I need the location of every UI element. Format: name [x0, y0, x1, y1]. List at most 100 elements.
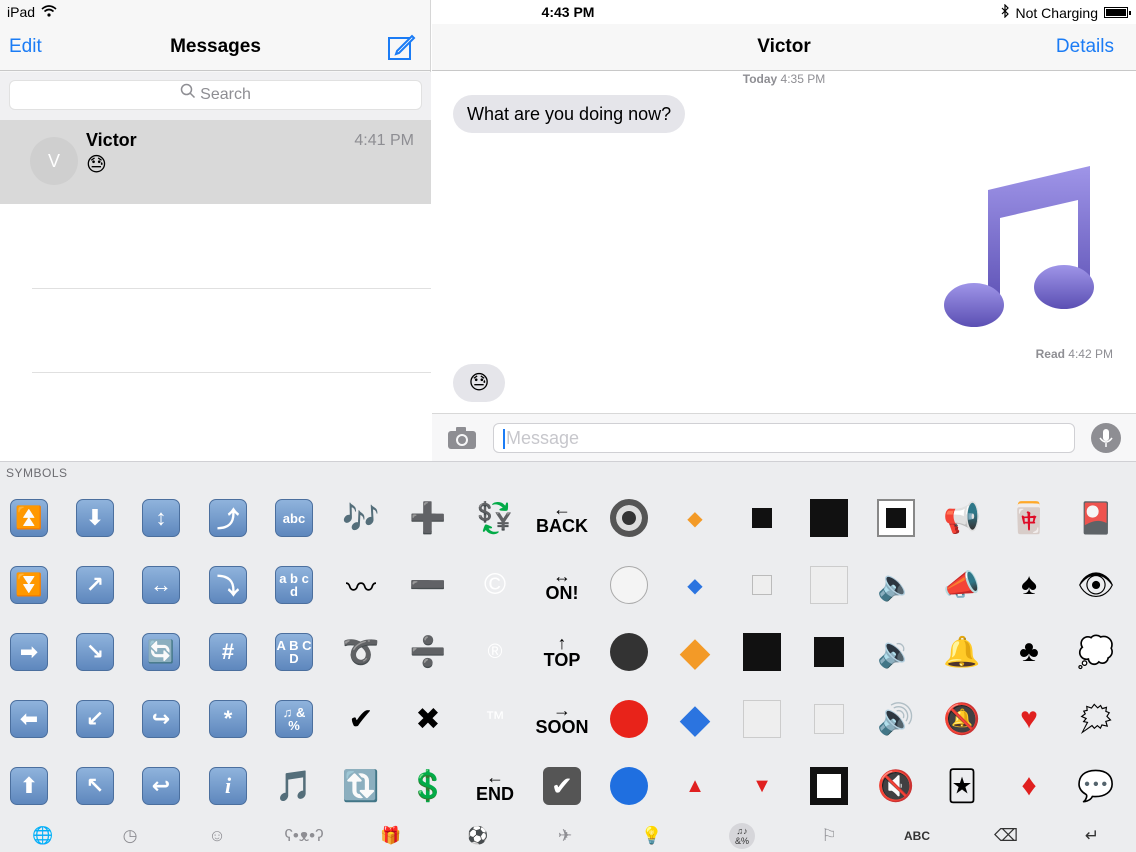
thought-balloon-icon[interactable]: 💭	[1064, 622, 1128, 682]
backspace-icon[interactable]: ⌫	[974, 819, 1038, 852]
eye-speech-bubble-icon[interactable]: 👁	[1064, 555, 1128, 615]
symbols-key[interactable]: ♫ & %	[262, 689, 326, 749]
wavy-dash-icon[interactable]: 〰	[329, 555, 393, 615]
down-left-arrow-key[interactable]: ↙	[63, 689, 127, 749]
abc-key[interactable]: abc	[262, 488, 326, 548]
camera-icon[interactable]	[447, 426, 477, 455]
message-field[interactable]: Message	[493, 423, 1075, 453]
recent-clock-icon[interactable]: ◷	[98, 819, 162, 852]
soccer-ball-icon[interactable]: ⚽	[446, 819, 510, 852]
music-note-icon[interactable]: 🎵	[262, 756, 326, 816]
flag-icon[interactable]: ⚐	[797, 819, 861, 852]
back-arrow-icon[interactable]: ← BACK	[530, 488, 594, 548]
speaker-icon[interactable]: 🔈	[864, 555, 928, 615]
diamond-suit-icon[interactable]: ♦	[997, 756, 1061, 816]
airplane-icon[interactable]: ✈	[533, 819, 597, 852]
white-square-button-icon[interactable]	[797, 756, 861, 816]
repeat-arrows-key[interactable]: 🔄	[129, 622, 193, 682]
small-blue-diamond-icon[interactable]: ◆	[663, 555, 727, 615]
speaker-muted-icon[interactable]: 🔇	[864, 756, 928, 816]
white-medium-square-icon[interactable]	[797, 555, 861, 615]
black-square-button-icon[interactable]	[864, 488, 928, 548]
white-medium-small-square-icon[interactable]	[797, 689, 861, 749]
abc-switch-button[interactable]: ABC	[885, 819, 949, 852]
ballot-box-check-icon[interactable]: ✔	[530, 756, 594, 816]
minus-sign-icon[interactable]: ➖	[396, 555, 460, 615]
mahjong-tile-icon[interactable]: 🀄	[997, 488, 1061, 548]
red-circle-icon[interactable]	[597, 689, 661, 749]
flower-playing-cards-icon[interactable]: 🎴	[1064, 488, 1128, 548]
arrow-curving-up-key[interactable]: ⤴	[196, 488, 260, 548]
left-hook-arrow-key[interactable]: ↩	[129, 756, 193, 816]
gift-icon[interactable]: 🎁	[359, 819, 423, 852]
plus-sign-icon[interactable]: ➕	[396, 488, 460, 548]
incoming-emoji-bubble[interactable]: 😓	[453, 364, 505, 402]
check-mark-icon[interactable]: ✔	[329, 689, 393, 749]
large-blue-diamond-icon[interactable]: ◆	[663, 689, 727, 749]
globe-icon[interactable]: 🌐	[11, 819, 75, 852]
down-right-arrow-key[interactable]: ↘	[63, 622, 127, 682]
heart-suit-icon[interactable]: ♥	[997, 689, 1061, 749]
red-triangle-down-icon[interactable]: ▼	[730, 756, 794, 816]
music-note-emoji-message[interactable]	[940, 160, 1100, 330]
light-bulb-icon[interactable]: 💡	[620, 819, 684, 852]
down-double-arrow-key[interactable]: ⏬	[0, 555, 61, 615]
up-down-arrow-key[interactable]: ↕	[129, 488, 193, 548]
trademark-icon[interactable]: ™	[463, 689, 527, 749]
on-arrow-icon[interactable]: ↔ ON!	[530, 555, 594, 615]
black-small-square-icon[interactable]	[730, 488, 794, 548]
conversation-row[interactable]: V Victor 4:41 PM 😓	[0, 120, 431, 204]
incoming-message-bubble[interactable]: What are you doing now?	[453, 95, 686, 133]
hash-key[interactable]: #	[196, 622, 260, 682]
curly-loop-icon[interactable]: ➰	[329, 622, 393, 682]
capital-abcd-key[interactable]: A B C D	[262, 622, 326, 682]
white-small-square-icon[interactable]	[730, 555, 794, 615]
white-large-square-icon[interactable]	[730, 689, 794, 749]
left-arrow-key[interactable]: ⬅	[0, 689, 61, 749]
spade-suit-icon[interactable]: ♠	[997, 555, 1061, 615]
multiplication-sign-icon[interactable]: ✖	[396, 689, 460, 749]
black-medium-small-square-icon[interactable]	[797, 622, 861, 682]
blue-circle-icon[interactable]	[597, 756, 661, 816]
asterisk-key[interactable]: *	[196, 689, 260, 749]
details-button[interactable]: Details	[1056, 36, 1114, 58]
up-arrow-key[interactable]: ⬆	[0, 756, 61, 816]
black-medium-square-icon[interactable]	[797, 488, 861, 548]
speech-balloon-icon[interactable]: 💬	[1064, 756, 1128, 816]
club-suit-icon[interactable]: ♣	[997, 622, 1061, 682]
currency-exchange-icon[interactable]: 💱	[463, 488, 527, 548]
up-double-arrow-key[interactable]: ⏫	[0, 488, 61, 548]
dollar-sign-icon[interactable]: 💲	[396, 756, 460, 816]
end-arrow-icon[interactable]: ← END	[463, 756, 527, 816]
return-icon[interactable]: ↵	[1060, 819, 1124, 852]
division-sign-icon[interactable]: ➗	[396, 622, 460, 682]
red-triangle-up-icon[interactable]: ▲	[663, 756, 727, 816]
registered-icon[interactable]: ®	[463, 622, 527, 682]
radio-button-icon[interactable]	[597, 488, 661, 548]
up-left-arrow-key[interactable]: ↖	[63, 756, 127, 816]
clockwise-arrows-icon[interactable]: 🔃	[329, 756, 393, 816]
musical-notes-icon[interactable]: 🎶	[329, 488, 393, 548]
megaphone-icon[interactable]: 📣	[930, 555, 994, 615]
soon-arrow-icon[interactable]: → SOON	[530, 689, 594, 749]
microphone-button[interactable]	[1091, 423, 1121, 453]
smiley-icon[interactable]: ☺	[185, 819, 249, 852]
speaker-loud-icon[interactable]: 🔊	[864, 689, 928, 749]
large-orange-diamond-icon[interactable]: ◆	[663, 622, 727, 682]
compose-icon[interactable]	[386, 32, 416, 62]
info-key[interactable]: i	[196, 756, 260, 816]
arrow-curving-down-key[interactable]: ⤵	[196, 555, 260, 615]
small-orange-diamond-icon[interactable]: ◆	[663, 488, 727, 548]
search-input[interactable]: Search	[9, 80, 422, 110]
no-bell-icon[interactable]: 🔕	[930, 689, 994, 749]
animal-bear-icon[interactable]: ʕ•ᴥ•ʔ	[272, 819, 336, 852]
loudspeaker-icon[interactable]: 📢	[930, 488, 994, 548]
joker-card-icon[interactable]: 🃏	[930, 756, 994, 816]
copyright-icon[interactable]: ©	[463, 555, 527, 615]
abcd-key[interactable]: a b c d	[262, 555, 326, 615]
anger-bubble-icon[interactable]: 🗯	[1064, 689, 1128, 749]
up-right-arrow-key[interactable]: ↗	[63, 555, 127, 615]
left-right-arrow-key[interactable]: ↔	[129, 555, 193, 615]
top-arrow-icon[interactable]: ↑ TOP	[530, 622, 594, 682]
speaker-medium-icon[interactable]: 🔉	[864, 622, 928, 682]
